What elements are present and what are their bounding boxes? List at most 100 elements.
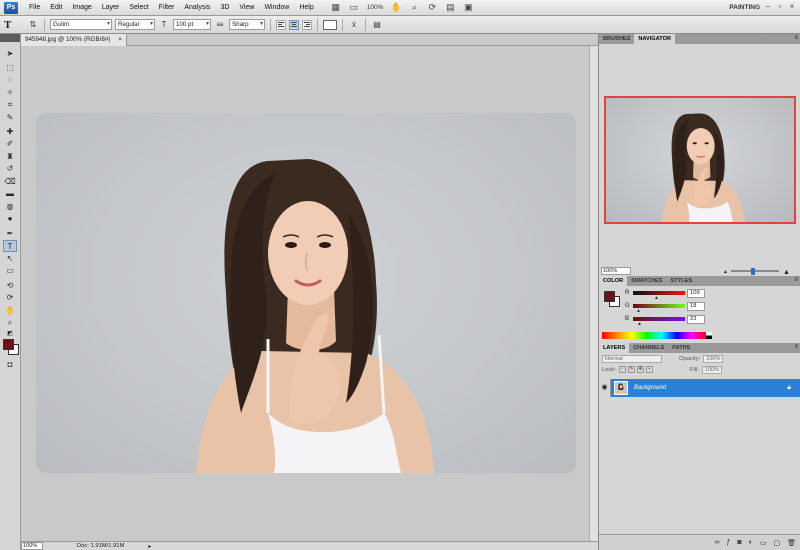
zoom-icon[interactable]: ⌕ bbox=[407, 2, 421, 14]
navigator-zoom-slider-handle[interactable] bbox=[751, 268, 755, 275]
screen-mode-icon[interactable]: ▭ bbox=[347, 2, 361, 14]
font-style-dropdown[interactable]: Regular bbox=[115, 19, 155, 30]
opacity-field[interactable]: 100% bbox=[703, 354, 724, 363]
3d-rotate-tool-icon[interactable]: ⟲ bbox=[3, 280, 17, 292]
menu-layer[interactable]: Layer bbox=[97, 0, 125, 16]
new-group-icon[interactable]: ▭ bbox=[760, 539, 767, 547]
menu-help[interactable]: Help bbox=[294, 0, 318, 16]
tab-swatches[interactable]: SWATCHES bbox=[627, 276, 666, 286]
panel-menu-icon[interactable]: ≡ bbox=[794, 276, 798, 285]
screen-mode-dropdown-icon[interactable]: ▣ bbox=[461, 2, 475, 14]
tab-styles[interactable]: STYLES bbox=[667, 276, 697, 286]
tab-paths[interactable]: PATHS bbox=[668, 343, 694, 353]
panel-menu-icon[interactable]: ≡ bbox=[794, 343, 798, 352]
tab-brushes[interactable]: BRUSHES bbox=[599, 34, 634, 44]
menu-file[interactable]: File bbox=[24, 0, 45, 16]
lock-position-icon[interactable]: ✥ bbox=[636, 366, 644, 373]
history-brush-tool-icon[interactable]: ↺ bbox=[3, 163, 17, 175]
layer-mask-icon[interactable]: ◙ bbox=[737, 539, 741, 546]
clone-stamp-tool-icon[interactable]: ♜ bbox=[3, 151, 17, 163]
color-panel-foreground-swatch[interactable] bbox=[604, 291, 615, 302]
red-slider[interactable] bbox=[633, 291, 685, 295]
align-right-button[interactable] bbox=[302, 19, 312, 30]
restore-icon[interactable]: ▫ bbox=[775, 2, 785, 12]
foreground-color-swatch[interactable] bbox=[3, 339, 14, 350]
3d-orbit-tool-icon[interactable]: ⟳ bbox=[3, 292, 17, 304]
adjustment-layer-icon[interactable]: ◐ bbox=[749, 539, 753, 546]
layer-style-icon[interactable]: ƒ bbox=[726, 539, 730, 546]
tab-color[interactable]: COLOR bbox=[599, 276, 628, 286]
type-tool-icon[interactable]: T bbox=[3, 240, 17, 252]
brush-tool-icon[interactable]: ✐ bbox=[3, 138, 17, 150]
lock-transparent-icon[interactable]: ▫ bbox=[618, 366, 626, 373]
magic-wand-tool-icon[interactable]: ✧ bbox=[3, 87, 17, 99]
align-center-button[interactable] bbox=[289, 19, 299, 30]
black-white-swatch[interactable] bbox=[706, 332, 712, 339]
rotate-view-icon[interactable]: ⟳ bbox=[425, 2, 439, 14]
blend-mode-dropdown[interactable]: Normal bbox=[602, 354, 662, 363]
navigator-zoom-slider[interactable] bbox=[731, 270, 779, 272]
lock-all-icon[interactable]: ▪ bbox=[645, 366, 653, 373]
zoom-out-icon[interactable]: ▲ bbox=[723, 269, 728, 275]
close-icon[interactable]: × bbox=[118, 36, 122, 43]
vertical-scrollbar[interactable] bbox=[589, 46, 598, 542]
status-menu-icon[interactable]: ▸ bbox=[148, 543, 151, 550]
bridge-icon[interactable]: ▦ bbox=[329, 2, 343, 14]
navigator-zoom-field[interactable]: 100% bbox=[601, 267, 631, 275]
document-tab[interactable]: 945948.jpg @ 100% (RGB/8#) × bbox=[21, 34, 128, 46]
font-size-dropdown[interactable]: 100 pt bbox=[173, 19, 211, 30]
menu-image[interactable]: Image bbox=[67, 0, 96, 16]
quick-mask-icon[interactable]: ◘ bbox=[3, 359, 17, 371]
red-value-field[interactable]: 109 bbox=[687, 289, 705, 298]
eyedropper-tool-icon[interactable]: ✎ bbox=[3, 112, 17, 124]
arrange-documents-icon[interactable]: ▤ bbox=[443, 2, 457, 14]
character-panel-icon[interactable]: ▤ bbox=[371, 20, 383, 29]
panel-menu-icon[interactable]: ≡ bbox=[794, 34, 798, 43]
zoom-level-dropdown[interactable]: 100% bbox=[367, 4, 384, 11]
gradient-tool-icon[interactable]: ▬ bbox=[3, 188, 17, 200]
color-spectrum-bar[interactable] bbox=[602, 332, 706, 339]
new-layer-icon[interactable]: ▢ bbox=[773, 539, 780, 547]
red-slider-handle[interactable]: ▲ bbox=[654, 295, 659, 301]
crop-tool-icon[interactable]: ⌗ bbox=[3, 99, 17, 111]
menu-edit[interactable]: Edit bbox=[45, 0, 67, 16]
workspace-switcher[interactable]: PAINTING bbox=[729, 0, 760, 16]
eraser-tool-icon[interactable]: ⌫ bbox=[3, 176, 17, 188]
fill-field[interactable]: 100% bbox=[701, 365, 722, 374]
healing-brush-tool-icon[interactable]: ✚ bbox=[3, 126, 17, 138]
marquee-tool-icon[interactable]: ⬚ bbox=[3, 62, 17, 74]
eye-icon[interactable]: ◉ bbox=[599, 379, 611, 397]
tab-layers[interactable]: LAYERS bbox=[599, 343, 630, 353]
menu-view[interactable]: View bbox=[234, 0, 259, 16]
hand-icon[interactable]: ✋ bbox=[389, 2, 403, 14]
antialias-dropdown[interactable]: Sharp bbox=[229, 19, 265, 30]
tab-navigator[interactable]: NAVIGATOR bbox=[634, 34, 675, 44]
blur-tool-icon[interactable]: ◍ bbox=[3, 201, 17, 213]
shape-tool-icon[interactable]: ▭ bbox=[3, 265, 17, 277]
align-left-button[interactable] bbox=[276, 19, 286, 30]
navigator-preview[interactable] bbox=[604, 96, 796, 224]
dodge-tool-icon[interactable]: ● bbox=[3, 213, 17, 225]
menu-3d[interactable]: 3D bbox=[215, 0, 234, 16]
text-color-swatch[interactable] bbox=[323, 19, 337, 30]
menu-analysis[interactable]: Analysis bbox=[179, 0, 215, 16]
status-zoom-field[interactable]: 100% bbox=[21, 542, 43, 550]
tab-channels[interactable]: CHANNELS bbox=[629, 343, 668, 353]
hand-tool-icon[interactable]: ✋ bbox=[3, 305, 17, 317]
canvas-photo[interactable] bbox=[36, 113, 576, 473]
menu-select[interactable]: Select bbox=[124, 0, 153, 16]
green-value-field[interactable]: 18 bbox=[687, 302, 705, 311]
font-family-dropdown[interactable]: Gulim bbox=[50, 19, 112, 30]
menu-window[interactable]: Window bbox=[259, 0, 294, 16]
text-tool-preset-icon[interactable]: T bbox=[4, 18, 24, 32]
zoom-in-icon[interactable]: ▲ bbox=[783, 269, 790, 276]
tools-panel-header[interactable] bbox=[0, 34, 20, 42]
text-orientation-icon[interactable]: ⇅ bbox=[27, 20, 39, 29]
green-slider-handle[interactable]: ▲ bbox=[636, 308, 641, 314]
layer-row[interactable]: ◉ Background 🔒︎ bbox=[599, 379, 800, 397]
lasso-tool-icon[interactable]: ◌ bbox=[3, 74, 17, 86]
minimize-icon[interactable]: – bbox=[763, 2, 773, 12]
menu-filter[interactable]: Filter bbox=[154, 0, 180, 16]
blue-slider-handle[interactable]: ▲ bbox=[637, 321, 642, 327]
warp-text-icon[interactable]: ẋ bbox=[348, 20, 360, 29]
